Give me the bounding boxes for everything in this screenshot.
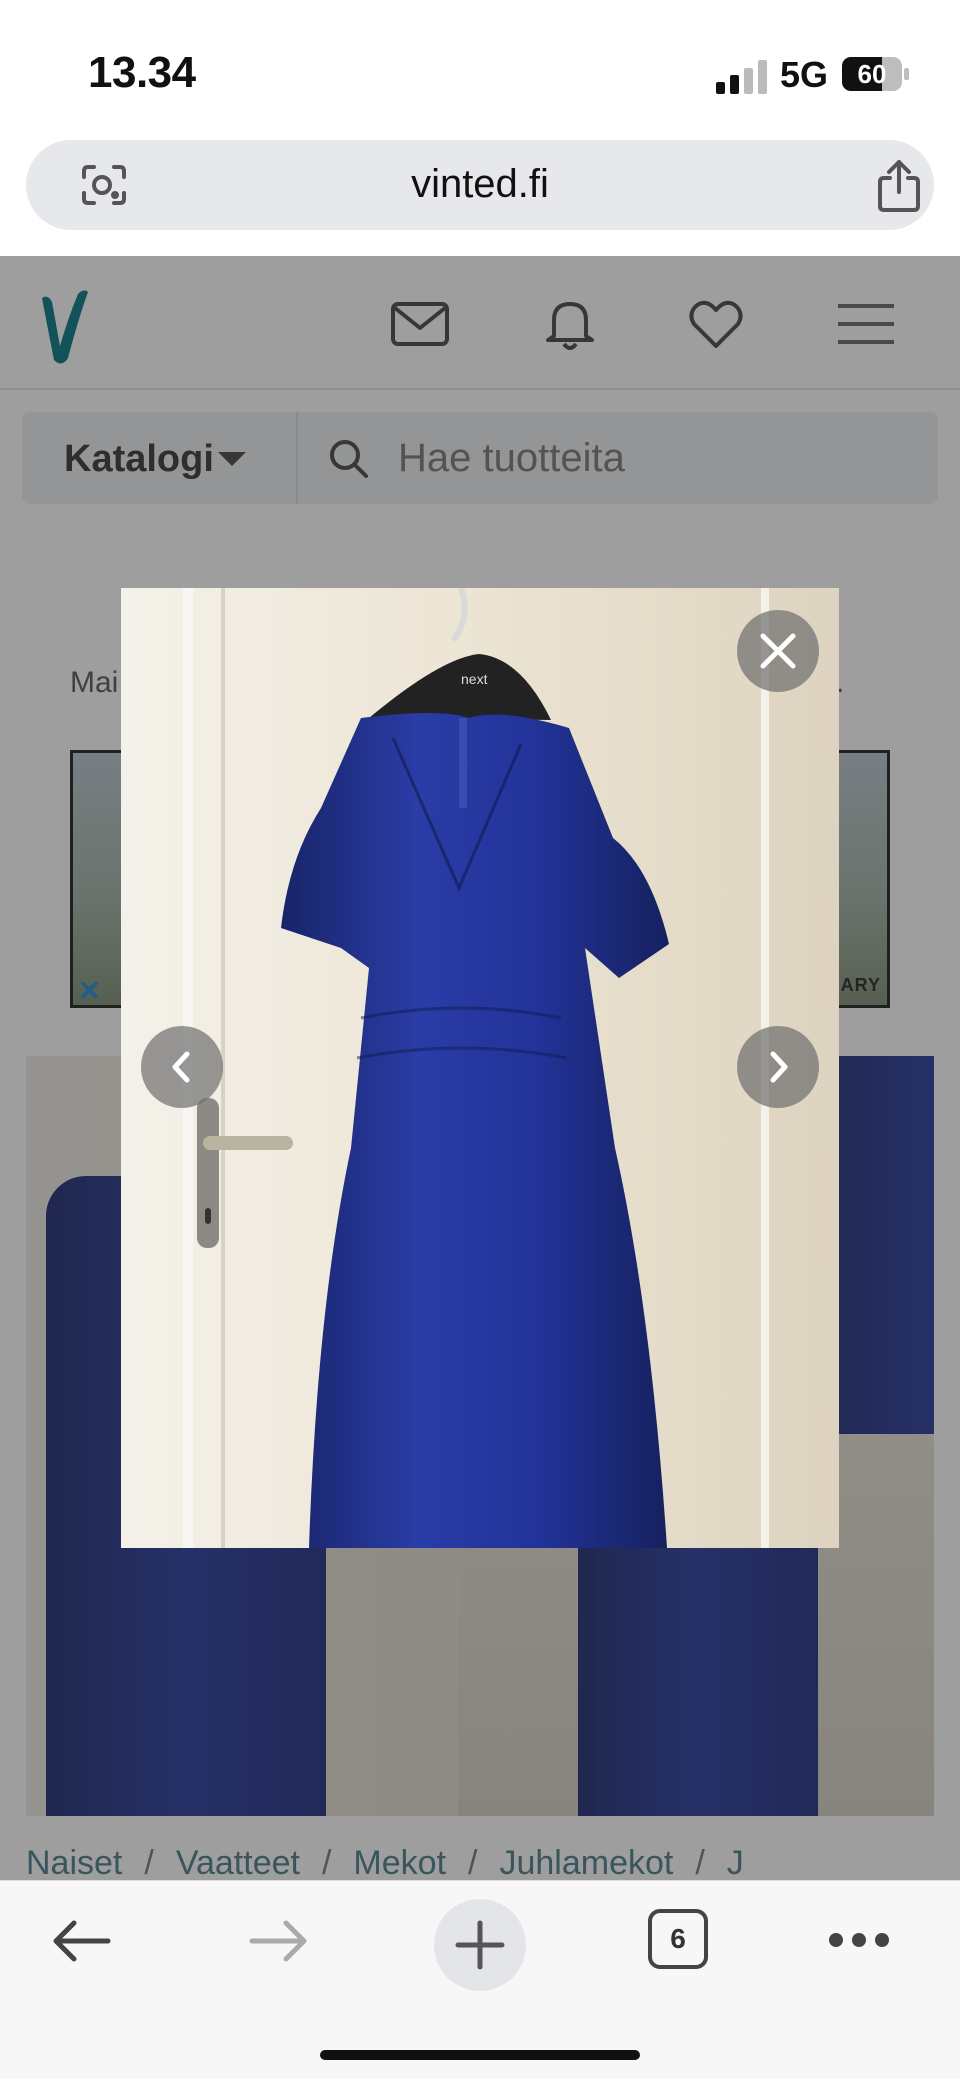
- back-arrow-icon[interactable]: [50, 1917, 112, 1965]
- home-indicator: [320, 2050, 640, 2060]
- chevron-right-icon: [770, 1051, 788, 1083]
- more-dots-icon[interactable]: [828, 1931, 890, 1949]
- signal-icon: [716, 60, 767, 94]
- new-tab-plus-icon: [455, 1920, 505, 1970]
- forward-arrow-icon[interactable]: [248, 1917, 310, 1965]
- chevron-left-icon: [172, 1051, 190, 1083]
- status-time: 13.34: [88, 48, 196, 97]
- battery-level: 60: [857, 59, 887, 89]
- screen: { "status_bar": { "time": "13.34", "netw…: [0, 0, 960, 2079]
- dress-photo: next: [121, 588, 839, 1548]
- close-icon: [760, 633, 796, 669]
- share-icon[interactable]: [876, 158, 922, 212]
- next-photo-button[interactable]: [737, 1026, 819, 1108]
- photo-lightbox: next: [121, 588, 839, 1548]
- hanger-brand: next: [461, 671, 488, 687]
- network-type: 5G: [780, 54, 829, 95]
- close-button[interactable]: [737, 610, 819, 692]
- new-tab-button[interactable]: [434, 1899, 526, 1991]
- address-bar[interactable]: vinted.fi: [26, 140, 934, 230]
- tabs-count[interactable]: 6: [648, 1909, 708, 1969]
- status-bar: 13.34 5G 60: [0, 0, 960, 130]
- url-text[interactable]: vinted.fi: [26, 162, 934, 207]
- previous-photo-button[interactable]: [141, 1026, 223, 1108]
